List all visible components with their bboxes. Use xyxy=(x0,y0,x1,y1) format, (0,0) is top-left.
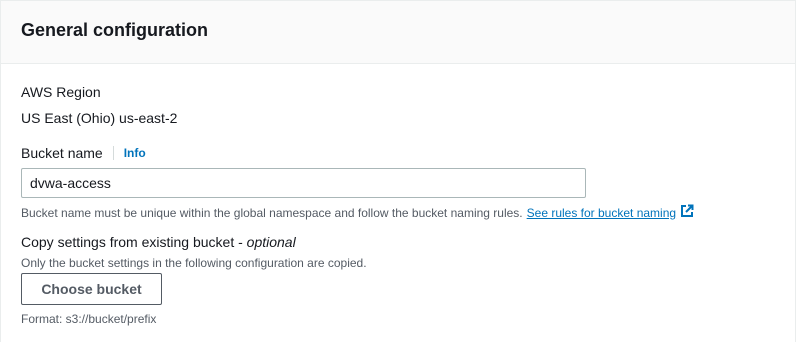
bucket-name-label: Bucket name xyxy=(21,145,103,161)
panel-header: General configuration xyxy=(1,0,795,64)
label-divider xyxy=(112,146,114,160)
bucket-name-label-row: Bucket name Info xyxy=(21,143,146,163)
format-hint: Format: s3://bucket/prefix xyxy=(21,312,157,326)
bucket-name-input[interactable] xyxy=(21,168,586,198)
bucket-name-hint: Bucket name must be unique within the gl… xyxy=(21,204,694,222)
bucket-naming-rules-link[interactable]: See rules for bucket naming xyxy=(527,205,676,221)
copy-settings-label-text: Copy settings from existing bucket - xyxy=(21,234,247,250)
aws-region-label: AWS Region xyxy=(21,84,101,100)
panel-title: General configuration xyxy=(21,19,209,40)
choose-bucket-button[interactable]: Choose bucket xyxy=(21,273,162,305)
bucket-name-hint-text: Bucket name must be unique within the gl… xyxy=(21,206,523,220)
copy-settings-label: Copy settings from existing bucket - opt… xyxy=(21,232,296,252)
copy-settings-hint: Only the bucket settings in the followin… xyxy=(21,256,367,270)
info-link[interactable]: Info xyxy=(124,146,146,160)
external-link-icon[interactable] xyxy=(680,204,694,222)
aws-region-value: US East (Ohio) us-east-2 xyxy=(21,110,178,126)
general-configuration-panel: General configuration AWS Region US East… xyxy=(0,0,796,342)
optional-tag: optional xyxy=(246,234,296,250)
